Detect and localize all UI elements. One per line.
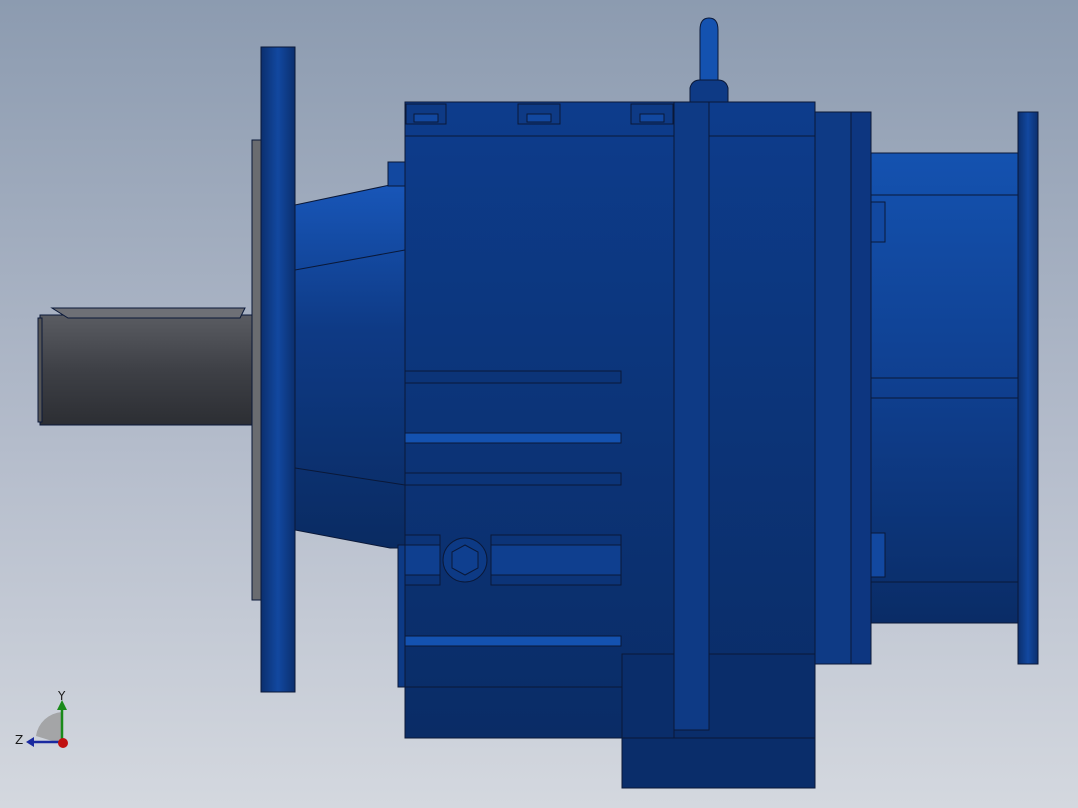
cad-viewport[interactable]: Y Z [0,0,1078,808]
lifting-eye[interactable] [689,17,729,103]
y-axis-label: Y [57,689,66,703]
output-flange[interactable] [260,46,296,693]
bolt-head [870,201,886,243]
output-shaft[interactable] [37,307,256,426]
axis-triad: Y Z [15,689,68,748]
shaft-key [50,307,246,319]
housing-foot [621,653,816,789]
main-housing[interactable] [404,101,816,789]
top-bolts [405,103,674,125]
input-flange[interactable] [1017,111,1039,665]
origin-dot [58,738,68,748]
bolt-head [870,532,886,578]
conical-neck[interactable] [294,161,409,688]
input-housing[interactable] [870,152,1019,624]
model-view-svg[interactable]: Y Z [0,0,1078,808]
housing-rib [673,101,710,731]
z-axis-label: Z [15,733,23,747]
drain-plug[interactable] [442,537,488,583]
motor-adapter[interactable] [814,111,872,665]
